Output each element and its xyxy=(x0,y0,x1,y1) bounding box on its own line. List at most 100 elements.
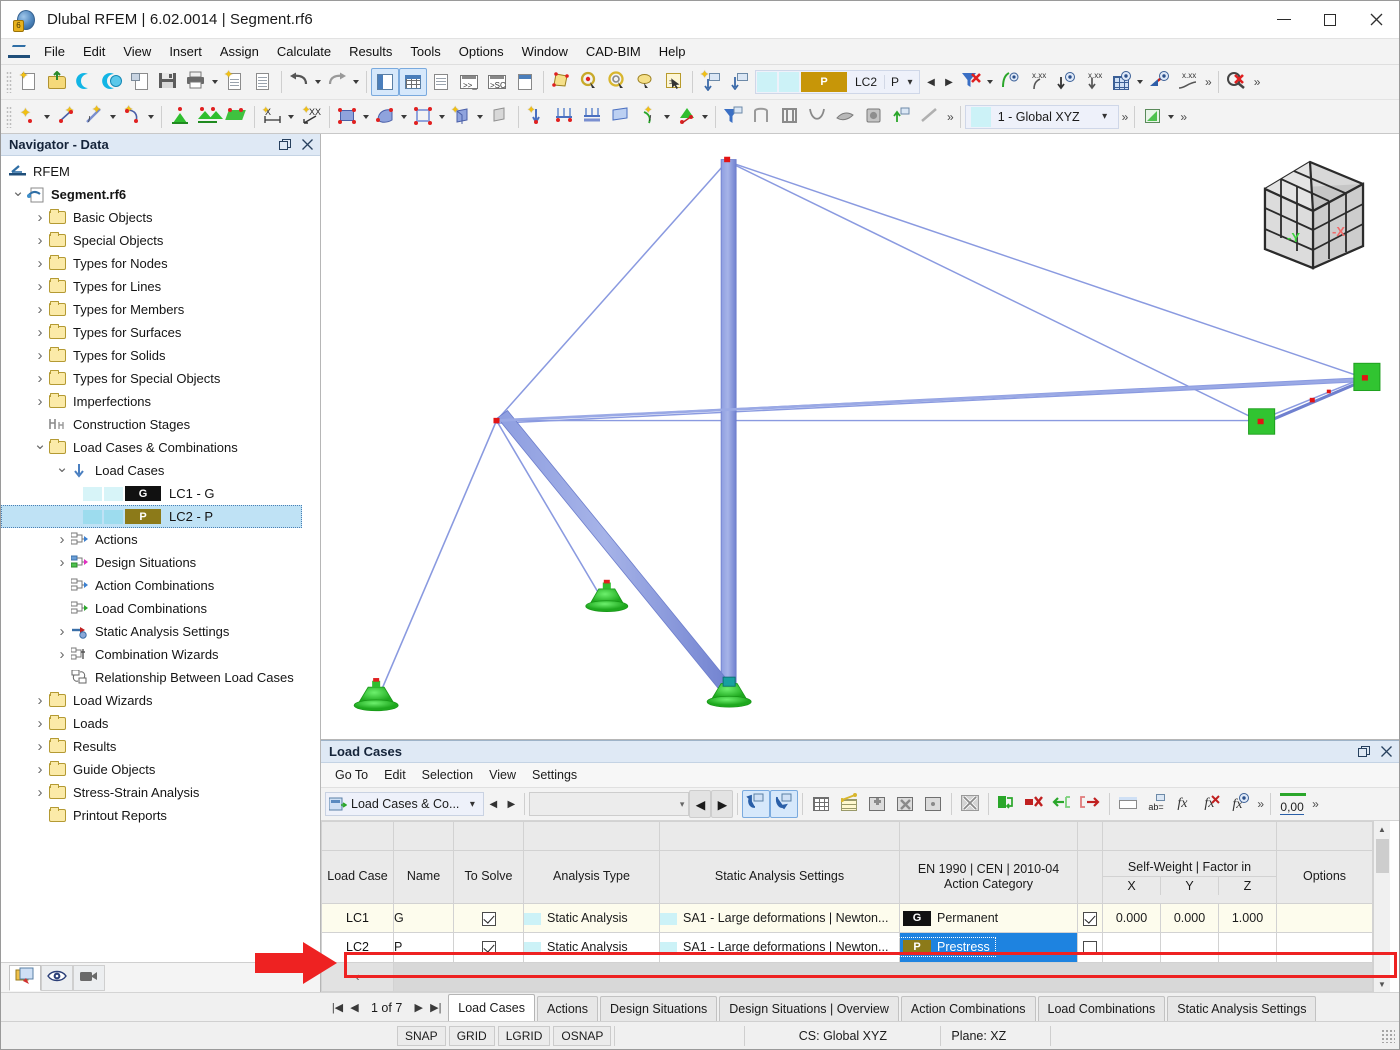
opening-dropdown-caret[interactable] xyxy=(439,114,445,119)
expander-closed-icon[interactable] xyxy=(31,301,49,318)
new-curved-surface-button[interactable] xyxy=(372,103,400,131)
cell-sw-y[interactable] xyxy=(1160,932,1219,963)
minimize-button[interactable] xyxy=(1261,1,1307,39)
load-case-selector[interactable]: P LC2 P ▾ xyxy=(755,70,921,94)
apply-to-rows-button[interactable] xyxy=(993,790,1021,818)
scroll-down-button[interactable]: ▼ xyxy=(1374,976,1391,992)
orientation-cube[interactable]: -Y -X xyxy=(1253,154,1375,272)
secondary-selector[interactable]: ▾ xyxy=(529,792,690,816)
header-load-case[interactable]: Load Case xyxy=(321,850,394,905)
header-name[interactable]: Name xyxy=(393,850,454,905)
toolbar-overflow-1[interactable]: » xyxy=(1202,75,1214,89)
tree-item-results[interactable]: Results xyxy=(1,735,320,758)
expander-closed-icon[interactable] xyxy=(31,692,49,709)
cell-analysis-type[interactable]: Static Analysis xyxy=(523,932,660,963)
menu-view[interactable]: View xyxy=(114,41,160,62)
menu-tools[interactable]: Tools xyxy=(401,41,449,62)
properties-panel-toggle[interactable] xyxy=(511,68,539,96)
delete-formula-button[interactable]: fx xyxy=(1198,790,1226,818)
clear-table-button[interactable] xyxy=(956,790,984,818)
status-osnap-button[interactable]: OSNAP xyxy=(553,1025,612,1046)
polyline-dropdown-caret[interactable] xyxy=(148,114,154,119)
cloud-open-button[interactable] xyxy=(71,68,99,96)
undo-button[interactable] xyxy=(286,68,314,96)
cs-dropdown-caret[interactable]: ▾ xyxy=(1096,106,1114,128)
cell-action-category[interactable]: G Permanent xyxy=(899,903,1078,934)
menu-options[interactable]: Options xyxy=(450,41,513,62)
imperfection-dropdown-caret[interactable] xyxy=(702,114,708,119)
tree-item-design-situations[interactable]: Design Situations xyxy=(1,551,320,574)
cell-sw-active[interactable] xyxy=(1077,903,1103,934)
load-case-dropdown-caret[interactable]: ▾ xyxy=(901,71,919,93)
toolbar-overflow-4[interactable]: » xyxy=(1119,110,1131,124)
cloud-model-button[interactable] xyxy=(99,68,127,96)
header-sw-z[interactable]: Z xyxy=(1219,877,1276,895)
last-page-button[interactable]: ▶| xyxy=(427,1001,444,1014)
scroll-up-button[interactable]: ▲ xyxy=(1374,821,1391,837)
release-dropdown-caret[interactable] xyxy=(288,114,294,119)
tree-item-guide-objects[interactable]: Guide Objects xyxy=(1,758,320,781)
line-tool-button[interactable] xyxy=(916,103,944,131)
redo-dropdown-caret[interactable] xyxy=(353,80,359,84)
new-polyline-button[interactable]: ✦ xyxy=(119,103,147,131)
tree-item-imperfections[interactable]: Imperfections xyxy=(1,390,320,413)
cell-sw-y[interactable]: 0.000 xyxy=(1160,903,1219,934)
toolbar-overflow-5[interactable]: » xyxy=(1177,110,1189,124)
member-hinge-button[interactable]: ✦ XX xyxy=(297,103,325,131)
expander-closed-icon[interactable] xyxy=(31,324,49,341)
surface-dropdown-caret[interactable] xyxy=(363,114,369,119)
expander-open-icon[interactable] xyxy=(53,462,71,480)
cell-sw-z[interactable]: 1.000 xyxy=(1217,903,1278,934)
list-panel-toggle[interactable] xyxy=(427,68,455,96)
select-in-table-button[interactable] xyxy=(770,790,799,818)
print-button[interactable] xyxy=(183,68,211,96)
tree-item-stress-strain-analysis[interactable]: Stress-Strain Analysis xyxy=(1,781,320,804)
self-weight-checkbox[interactable] xyxy=(1083,911,1097,926)
tree-item-relationship-between-load-cases[interactable]: Relationship Between Load Cases xyxy=(1,666,320,689)
expander-closed-icon[interactable] xyxy=(31,784,49,801)
secondary-next-button[interactable]: ▶ xyxy=(711,790,734,818)
cell-options[interactable] xyxy=(1276,903,1374,934)
dock-table-selector[interactable]: Load Cases & Co... ▾ xyxy=(325,792,485,816)
cell-sw-x[interactable] xyxy=(1102,932,1161,963)
resize-grip[interactable] xyxy=(1381,1028,1395,1043)
menu-results[interactable]: Results xyxy=(340,41,401,62)
expander-closed-icon[interactable] xyxy=(31,393,49,410)
tree-item-types-for-special-objects[interactable]: Types for Special Objects xyxy=(1,367,320,390)
tab-design-situations-overview[interactable]: Design Situations | Overview xyxy=(719,996,899,1021)
expander-open-icon[interactable] xyxy=(31,439,49,457)
table-vertical-scrollbar[interactable]: ▲ ▼ xyxy=(1373,821,1391,992)
clear-results-button[interactable] xyxy=(1223,68,1251,96)
dock-toolbar-overflow-1[interactable]: » xyxy=(1254,797,1266,811)
rename-button[interactable]: ab= xyxy=(1142,790,1170,818)
tree-item-types-for-surfaces[interactable]: Types for Surfaces xyxy=(1,321,320,344)
scroll-thumb[interactable] xyxy=(1375,839,1389,873)
dock-toolbar-overflow-2[interactable]: » xyxy=(1309,797,1321,811)
expander-closed-icon[interactable] xyxy=(31,715,49,732)
new-model-button[interactable]: ✦ xyxy=(15,68,43,96)
table-selector-caret[interactable]: ▾ xyxy=(463,793,481,815)
tab-actions[interactable]: Actions xyxy=(537,996,598,1021)
select-region-button[interactable] xyxy=(604,68,632,96)
new-solid-button[interactable]: ✦ xyxy=(448,103,476,131)
new-surface-button[interactable] xyxy=(334,103,362,131)
tree-item-types-for-members[interactable]: Types for Members xyxy=(1,298,320,321)
filter-dropdown-caret[interactable] xyxy=(987,80,994,84)
secondary-selector-caret[interactable]: ▾ xyxy=(680,799,685,810)
navigator-panel-toggle[interactable] xyxy=(371,68,399,96)
expander-closed-icon[interactable] xyxy=(31,255,49,272)
header-analysis-type[interactable]: Analysis Type xyxy=(523,850,660,905)
cell-analysis-type[interactable]: Static Analysis xyxy=(523,903,660,934)
select-surface-button[interactable] xyxy=(548,68,576,96)
curved-surface-dropdown-caret[interactable] xyxy=(401,114,407,119)
header-sw-active[interactable] xyxy=(1077,850,1103,905)
work-plane-dropdown-caret[interactable] xyxy=(1168,114,1175,119)
tree-item-combination-wizards[interactable]: Combination Wizards xyxy=(1,643,320,666)
select-special-button[interactable]: ± xyxy=(660,68,688,96)
dock-menu-edit[interactable]: Edit xyxy=(376,766,414,784)
script-panel-toggle[interactable]: >SC xyxy=(483,68,511,96)
new-line-dim-button[interactable]: ✦ I xyxy=(81,103,109,131)
table-view-button[interactable] xyxy=(807,790,835,818)
table-options-button[interactable] xyxy=(919,790,947,818)
animation-button[interactable] xyxy=(776,103,804,131)
